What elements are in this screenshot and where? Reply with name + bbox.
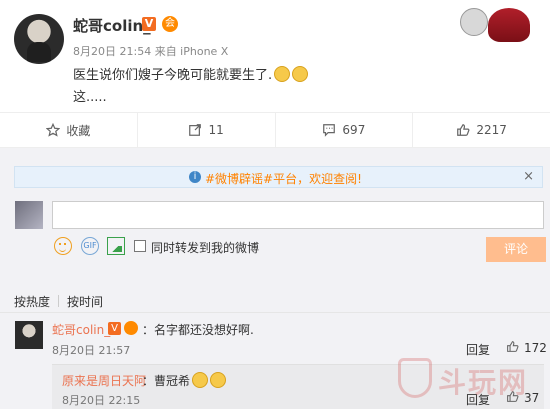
image-upload-icon[interactable]: [107, 237, 125, 255]
anime-avatar-icon: [460, 8, 488, 36]
reply-text: ：曹冠希: [142, 372, 227, 389]
reply-reply-button[interactable]: 回复: [466, 391, 490, 408]
repost-checkbox-label[interactable]: 同时转发到我的微博: [151, 239, 259, 256]
submit-comment-button[interactable]: 评论: [486, 237, 546, 262]
verified-badge-icon: V: [108, 322, 121, 335]
comment-like-count: 172: [524, 341, 547, 355]
comment-count: 697: [342, 123, 366, 137]
repost-icon: [189, 124, 202, 136]
reply-date: 8月20日 22:15: [62, 394, 141, 407]
author-avatar[interactable]: [14, 14, 64, 64]
thumbs-up-icon[interactable]: [506, 340, 519, 353]
sort-divider: [58, 295, 60, 307]
sort-by-hot-tab[interactable]: 按热度: [14, 293, 50, 310]
current-user-avatar[interactable]: [15, 201, 43, 229]
emoji-picker-icon[interactable]: [54, 237, 72, 255]
repost-button[interactable]: 11: [138, 113, 276, 147]
favorite-label: 收藏: [66, 123, 91, 138]
doge-icon: [292, 66, 309, 82]
sort-by-time-tab[interactable]: 按时间: [67, 293, 103, 310]
favorite-button[interactable]: 收藏: [0, 113, 138, 147]
doge-icon: [274, 66, 291, 82]
gif-icon[interactable]: GIF: [81, 237, 99, 255]
comment-input[interactable]: [52, 201, 544, 229]
star-icon: [46, 123, 61, 137]
close-icon[interactable]: ×: [523, 169, 534, 184]
thumbs-up-icon: [457, 124, 470, 136]
repost-count: 11: [208, 123, 224, 137]
post-content: 医生说你们嫂子今晚可能就要生了. 这.....: [73, 65, 309, 109]
devil-avatar-icon: [488, 8, 530, 42]
repost-checkbox[interactable]: [134, 240, 146, 252]
doge-icon: [210, 372, 227, 388]
comment-text: ：名字都还没想好啊.: [142, 323, 254, 337]
reply-item: 原来是周日天阿 ：曹冠希 8月20日 22:15 回复 37: [52, 364, 544, 409]
post-text-line2: 这.....: [73, 90, 107, 105]
post-action-bar: 收藏 11 697 2217: [0, 112, 550, 148]
thumbs-up-icon[interactable]: [506, 390, 519, 403]
decorative-avatars: [460, 8, 532, 42]
comment-tab-button[interactable]: 697: [276, 113, 414, 147]
comment-sort-tabs: 按热度 按时间: [14, 293, 103, 310]
comment-item: 蛇哥colin_ V ：名字都还没想好啊. 8月20日 21:57 回复 172: [0, 312, 550, 357]
comment-reply-button[interactable]: 回复: [466, 341, 490, 358]
like-count: 2217: [476, 123, 507, 137]
vip-badge-icon: [124, 321, 138, 335]
reply-like-count: 37: [524, 391, 540, 405]
like-button[interactable]: 2217: [413, 113, 550, 147]
rumor-notice-bar: i #微博辟谣#平台，欢迎查阅! ×: [14, 166, 543, 188]
reply-text-content: ：曹冠希: [142, 374, 191, 388]
comment-author-name[interactable]: 蛇哥colin_: [52, 321, 110, 338]
verified-badge-icon: V: [142, 17, 156, 31]
post-author-name[interactable]: 蛇哥colin_: [73, 15, 151, 36]
doge-icon: [192, 372, 209, 388]
weibo-post-card: 蛇哥colin_ V 会 8月20日 21:54 来自 iPhone X 医生说…: [0, 0, 550, 112]
reply-author-name[interactable]: 原来是周日天阿: [62, 372, 146, 389]
comment-icon: [323, 124, 336, 137]
notice-link[interactable]: #微博辟谣#平台，欢迎查阅!: [205, 170, 362, 187]
comment-author-avatar[interactable]: [15, 321, 43, 349]
info-icon: i: [189, 171, 201, 183]
post-timestamp[interactable]: 8月20日 21:54 来自 iPhone X: [73, 43, 228, 59]
comment-date: 8月20日 21:57: [52, 344, 131, 357]
post-text-line1: 医生说你们嫂子今晚可能就要生了.: [73, 68, 273, 83]
vip-badge-icon: 会: [162, 16, 178, 32]
